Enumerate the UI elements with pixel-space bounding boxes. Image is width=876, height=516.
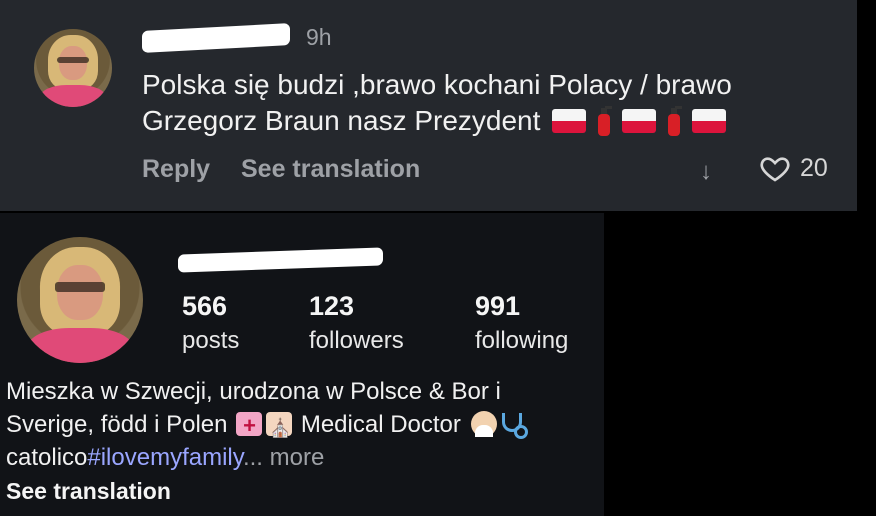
comment-text: Polska się budzi ,brawo kochani Polacy /… (142, 67, 822, 139)
profile-bio: Mieszka w Szwecji, urodzona w Polsce & B… (6, 375, 596, 474)
heart-icon[interactable] (758, 152, 792, 184)
comment-time: 9h (306, 24, 332, 50)
redacted-username (142, 23, 290, 53)
bio-line2a: Sverige, född i Polen (6, 411, 228, 438)
bio-line3a: catolico (6, 444, 88, 471)
followers-label[interactable]: followers (309, 327, 404, 355)
posts-label[interactable]: posts (182, 327, 239, 355)
followers-count[interactable]: 123 (309, 291, 354, 322)
comment-text-line1: Polska się budzi ,brawo kochani Polacy /… (142, 69, 732, 100)
bio-line1: Mieszka w Szwecji, urodzona w Polsce & B… (6, 378, 501, 405)
reply-button[interactable]: Reply (142, 155, 210, 184)
profile-see-translation-button[interactable]: See translation (6, 478, 171, 505)
down-arrow-icon[interactable]: ↓ (700, 158, 712, 186)
stethoscope-icon (500, 411, 528, 439)
poland-flag-icon (622, 109, 657, 133)
fire-extinguisher-icon (666, 104, 683, 136)
see-translation-button[interactable]: See translation (241, 155, 420, 184)
commenter-avatar[interactable] (34, 29, 112, 107)
more-link[interactable]: ... more (243, 444, 324, 471)
comment-panel: 9h Polska się budzi ,brawo kochani Polac… (0, 0, 857, 211)
profile-avatar[interactable] (17, 237, 143, 363)
hospital-icon (236, 409, 263, 442)
hashtag-link[interactable]: #ilovemyfamily (87, 444, 243, 471)
poland-flag-icon (552, 109, 587, 133)
following-count[interactable]: 991 (475, 291, 520, 322)
like-count: 20 (800, 154, 828, 182)
posts-count[interactable]: 566 (182, 291, 227, 322)
fire-extinguisher-icon (596, 104, 613, 136)
church-icon (266, 412, 293, 445)
following-label[interactable]: following (475, 327, 568, 355)
bio-line2b: Medical Doctor (300, 411, 461, 438)
poland-flag-icon (692, 109, 727, 133)
doctor-icon (470, 411, 497, 437)
comment-text-line2: Grzegorz Braun nasz Prezydent (142, 105, 541, 136)
